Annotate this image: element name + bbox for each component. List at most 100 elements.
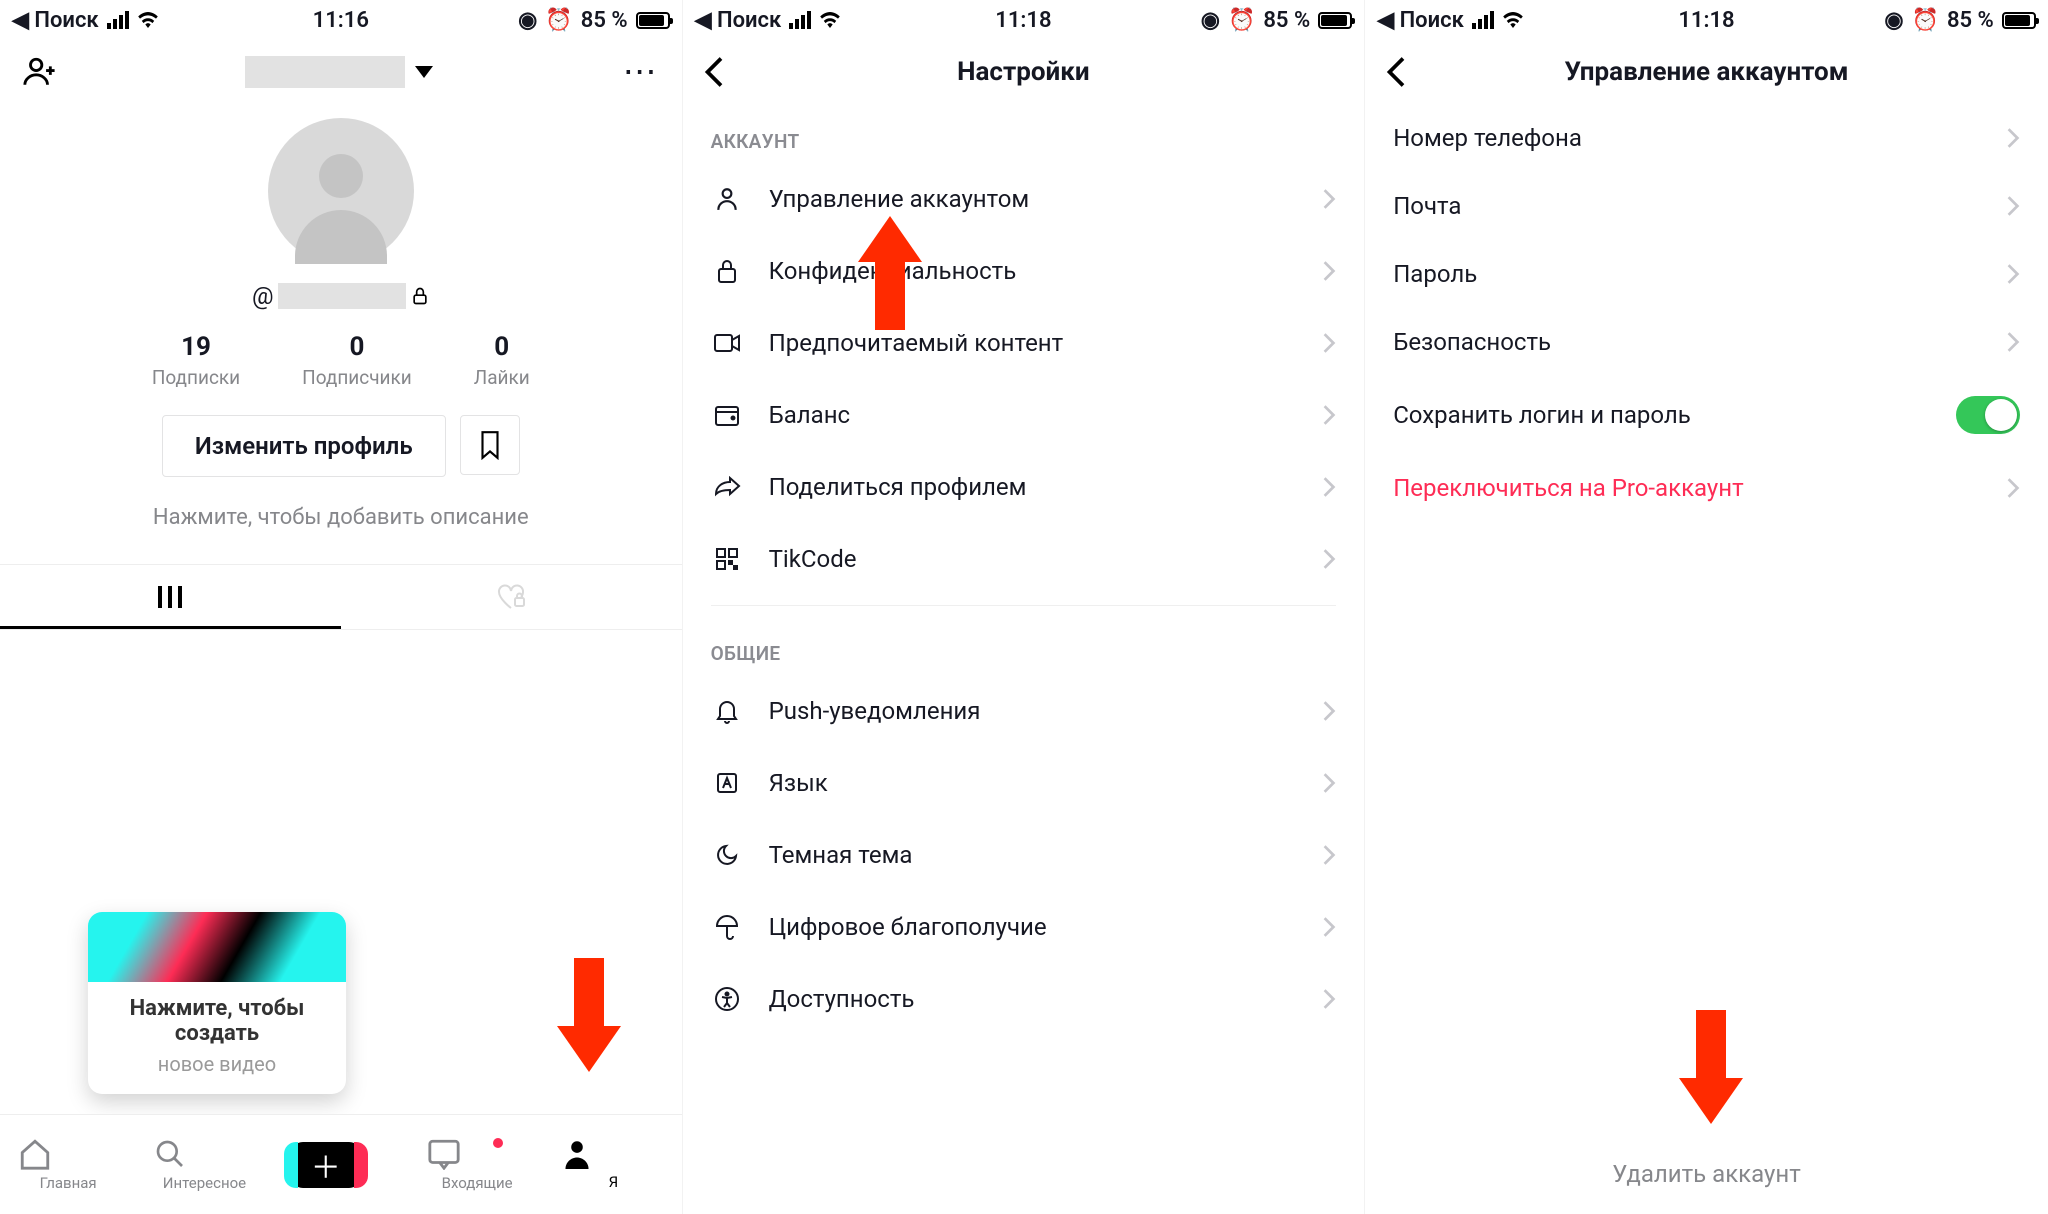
nav-discover[interactable]: Интересное [154, 1138, 254, 1192]
cellular-icon [1472, 11, 1494, 29]
row-label: Пароль [1393, 260, 1477, 288]
delete-account-button[interactable]: Удалить аккаунт [1365, 1160, 2048, 1188]
chevron-right-icon [1322, 476, 1336, 498]
wifi-icon [1502, 12, 1524, 28]
row-language[interactable]: Язык [683, 747, 1365, 819]
edit-profile-button[interactable]: Изменить профиль [162, 415, 446, 477]
create-tooltip[interactable]: Нажмите, чтобысоздать новое видео [88, 912, 346, 1094]
account-switcher[interactable] [245, 56, 433, 88]
alarm-icon: ⏰ [1228, 8, 1255, 33]
location-icon: ◉ [1884, 8, 1903, 33]
screen-settings: ◀ Поиск 11:18 ◉ ⏰ 85 % Настройки АККАУНТ… [683, 0, 1366, 1214]
row-label: TikCode [769, 545, 857, 573]
search-icon [154, 1138, 186, 1170]
row-tikcode[interactable]: TikCode [683, 523, 1365, 595]
chevron-right-icon [2006, 477, 2020, 499]
row-dark-mode[interactable]: Темная тема [683, 819, 1365, 891]
avatar[interactable] [268, 118, 414, 264]
stat-following[interactable]: 19Подписки [152, 332, 240, 389]
row-label: Цифровое благополучие [769, 913, 1047, 941]
section-divider [711, 605, 1337, 606]
page-title: Настройки [957, 57, 1089, 87]
row-label: Управление аккаунтом [769, 185, 1030, 213]
bookmarks-button[interactable] [460, 415, 520, 475]
row-accessibility[interactable]: Доступность [683, 963, 1365, 1035]
screen-manage-account: ◀ Поиск 11:18 ◉ ⏰ 85 % Управление аккаун… [1365, 0, 2048, 1214]
row-label: Поделиться профилем [769, 473, 1027, 501]
nav-inbox[interactable]: Входящие [427, 1138, 527, 1192]
back-to-app[interactable]: ◀ Поиск [1377, 8, 1464, 33]
home-icon [18, 1138, 52, 1170]
tab-liked[interactable] [341, 565, 682, 629]
row-save-login[interactable]: Сохранить логин и пароль [1365, 376, 2048, 454]
redacted-name [245, 56, 405, 88]
row-label: Предпочитаемый контент [769, 329, 1064, 357]
battery-pct: 85 % [1263, 8, 1310, 33]
row-email[interactable]: Почта [1365, 172, 2048, 240]
status-time: 11:16 [313, 8, 369, 33]
status-bar: ◀ Поиск 11:18 ◉ ⏰ 85 % [683, 0, 1365, 40]
redacted-handle [278, 283, 406, 309]
manage-header: Управление аккаунтом [1365, 40, 2048, 104]
row-password[interactable]: Пароль [1365, 240, 2048, 308]
chevron-right-icon [1322, 188, 1336, 210]
chevron-right-icon [2006, 195, 2020, 217]
status-bar: ◀ Поиск 11:18 ◉ ⏰ 85 % [1365, 0, 2048, 40]
profile-tabs [0, 564, 682, 630]
row-label: Баланс [769, 401, 851, 429]
toggle-on[interactable] [1956, 396, 2020, 434]
add-friend-icon[interactable] [22, 55, 56, 89]
wifi-icon [819, 12, 841, 28]
chevron-right-icon [1322, 332, 1336, 354]
status-time: 11:18 [995, 8, 1051, 33]
chevron-right-icon [1322, 260, 1336, 282]
row-phone[interactable]: Номер телефона [1365, 104, 2048, 172]
row-manage-account[interactable]: Управление аккаунтом [683, 163, 1365, 235]
create-button[interactable]: ＋ [291, 1142, 361, 1188]
row-share-profile[interactable]: Поделиться профилем [683, 451, 1365, 523]
row-push[interactable]: Push-уведомления [683, 675, 1365, 747]
status-bar: ◀ Поиск 11:16 ◉ ⏰ 85 % [0, 0, 682, 40]
row-label: Сохранить логин и пароль [1393, 401, 1691, 429]
chevron-right-icon [1322, 844, 1336, 866]
row-switch-pro[interactable]: Переключиться на Pro-аккаунт [1365, 454, 2048, 522]
chevron-right-icon [2006, 331, 2020, 353]
row-label: Доступность [769, 985, 915, 1013]
row-label: Безопасность [1393, 328, 1551, 356]
nav-create[interactable]: ＋ [291, 1142, 391, 1188]
bio-placeholder[interactable]: Нажмите, чтобы добавить описание [0, 505, 682, 530]
row-security[interactable]: Безопасность [1365, 308, 2048, 376]
row-label: Темная тема [769, 841, 913, 869]
stat-followers[interactable]: 0Подписчики [302, 332, 412, 389]
chevron-right-icon [1322, 916, 1336, 938]
lock-icon [711, 255, 743, 287]
tab-posts[interactable] [0, 565, 341, 629]
row-label: Push-уведомления [769, 697, 981, 725]
row-balance[interactable]: Баланс [683, 379, 1365, 451]
row-label: Почта [1393, 192, 1461, 220]
location-icon: ◉ [518, 8, 537, 33]
chevron-right-icon [1322, 700, 1336, 722]
chevron-right-icon [1322, 988, 1336, 1010]
nav-home[interactable]: Главная [18, 1138, 118, 1192]
back-button[interactable] [1379, 54, 1415, 90]
row-privacy[interactable]: Конфиденциальность [683, 235, 1365, 307]
stat-likes[interactable]: 0Лайки [474, 332, 530, 389]
nav-me[interactable]: Я [563, 1139, 663, 1191]
page-title: Управление аккаунтом [1565, 57, 1849, 87]
video-icon [711, 327, 743, 359]
screen-profile: ◀ Поиск 11:16 ◉ ⏰ 85 % ⋯ @ 19Подписки 0П… [0, 0, 683, 1214]
notification-dot [493, 1138, 503, 1148]
plus-icon: ＋ [311, 1143, 341, 1187]
bookmark-icon [477, 430, 503, 460]
person-icon [711, 183, 743, 215]
section-header-account: АККАУНТ [683, 104, 1365, 163]
back-to-app[interactable]: ◀ Поиск [12, 8, 99, 33]
back-to-app[interactable]: ◀ Поиск [695, 8, 782, 33]
cellular-icon [789, 11, 811, 29]
caret-down-icon [415, 66, 433, 78]
row-digital-wellbeing[interactable]: Цифровое благополучие [683, 891, 1365, 963]
back-button[interactable] [697, 54, 733, 90]
row-content-prefs[interactable]: Предпочитаемый контент [683, 307, 1365, 379]
chevron-right-icon [1322, 404, 1336, 426]
